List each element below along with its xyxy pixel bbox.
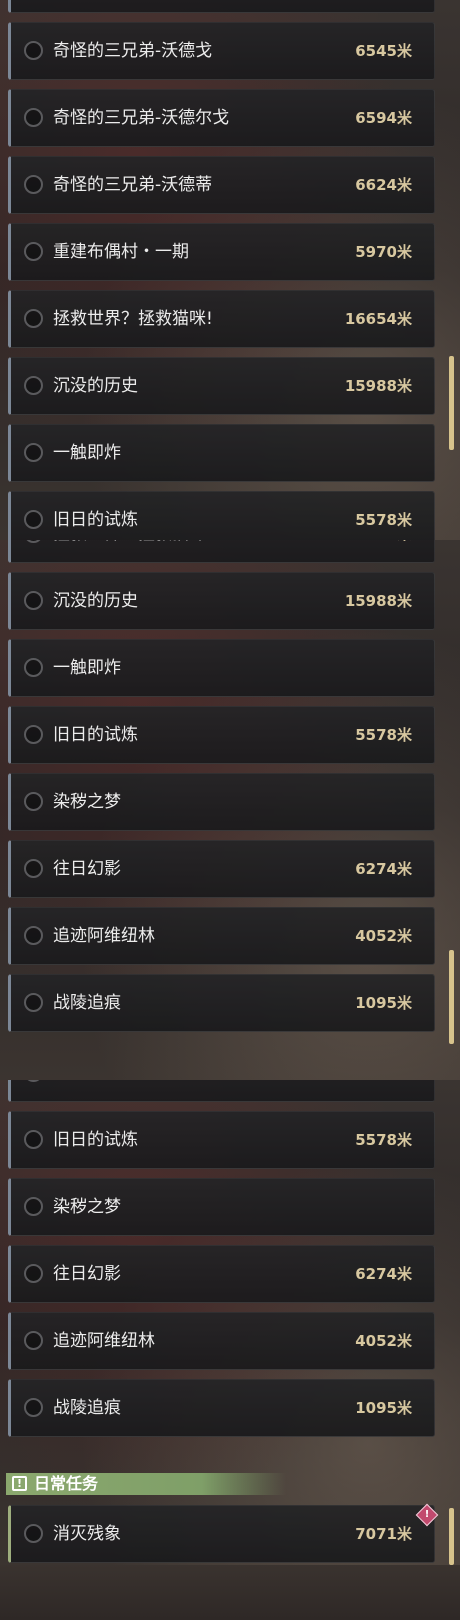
status-circle-icon[interactable] bbox=[24, 242, 43, 261]
exclamation-box-icon: ! bbox=[12, 1476, 27, 1491]
quest-row[interactable]: 战陵追痕 1095米 bbox=[8, 974, 435, 1032]
quest-row[interactable]: 重建布偶村・一期 5970米 bbox=[8, 223, 435, 281]
quest-row[interactable]: 战陵追痕 1095米 bbox=[8, 1379, 435, 1437]
quest-row[interactable]: 旧日的试炼 5578米 bbox=[8, 491, 435, 540]
quest-row[interactable]: 往日幻影 6274米 bbox=[8, 840, 435, 898]
quest-row[interactable]: 一触即炸 bbox=[8, 424, 435, 482]
status-circle-icon[interactable] bbox=[24, 926, 43, 945]
panel-background-bottom bbox=[0, 1565, 460, 1620]
quest-distance: 16654米 bbox=[345, 540, 412, 562]
status-circle-icon[interactable] bbox=[24, 859, 43, 878]
quest-distance: 1095米 bbox=[355, 994, 412, 1012]
quest-name: 往日幻影 bbox=[53, 1264, 121, 1284]
daily-quest-row[interactable]: 消灭残象 7071米 bbox=[8, 1505, 435, 1563]
quest-distance: 4052米 bbox=[355, 1332, 412, 1350]
status-circle-icon[interactable] bbox=[24, 1197, 43, 1216]
quest-row[interactable]: 染秽之梦 bbox=[8, 1178, 435, 1236]
quest-distance: 5578米 bbox=[355, 726, 412, 744]
quest-name: 追迹阿维纽林 bbox=[53, 1331, 155, 1351]
quest-name: 战陵追痕 bbox=[53, 993, 121, 1013]
status-circle-icon[interactable] bbox=[24, 376, 43, 395]
quest-name: 染秽之梦 bbox=[53, 792, 121, 812]
quest-distance: 7071米 bbox=[355, 1525, 412, 1543]
section-header-daily[interactable]: ! 日常任务 bbox=[6, 1473, 286, 1495]
quest-distance: 6274米 bbox=[355, 1265, 412, 1283]
status-circle-icon[interactable] bbox=[24, 1130, 43, 1149]
quest-distance: 16654米 bbox=[344, 310, 412, 328]
quest-name: 一触即炸 bbox=[53, 658, 121, 678]
section-title: 日常任务 bbox=[34, 1474, 99, 1493]
quest-name: 消灭残象 bbox=[53, 1524, 121, 1544]
status-circle-icon[interactable] bbox=[24, 443, 43, 462]
quest-distance: 5578米 bbox=[355, 511, 412, 529]
quest-distance: 6594米 bbox=[355, 109, 412, 127]
status-circle-icon[interactable] bbox=[24, 591, 43, 610]
quest-name: 奇怪的三兄弟-沃德蒂 bbox=[53, 175, 213, 195]
quest-distance: 6545米 bbox=[355, 42, 412, 60]
status-circle-icon[interactable] bbox=[24, 993, 43, 1012]
quest-row[interactable]: 沉没的历史 15988米 bbox=[8, 357, 435, 415]
quest-name: 旧日的试炼 bbox=[53, 510, 138, 530]
quest-row[interactable]: 追迹阿维纽林 4052米 bbox=[8, 1312, 435, 1370]
quest-row[interactable]: 奇怪的三兄弟-沃德蒂 6624米 bbox=[8, 156, 435, 214]
quest-name: 追迹阿维纽林 bbox=[53, 926, 155, 946]
quest-distance: 15988米 bbox=[344, 592, 412, 610]
status-circle-icon[interactable] bbox=[24, 510, 43, 529]
scrollbar-thumb[interactable] bbox=[449, 1508, 454, 1565]
quest-name: 拯救世界？拯救猫咪! bbox=[53, 309, 213, 329]
quest-name: 奇怪的三兄弟-沃德尔戈 bbox=[53, 108, 230, 128]
quest-name: 旧日的试炼 bbox=[53, 725, 138, 745]
quest-name: 往日幻影 bbox=[53, 859, 121, 879]
quest-distance: 5578米 bbox=[355, 1131, 412, 1149]
quest-distance: 1095米 bbox=[355, 1399, 412, 1417]
quest-distance: 6624米 bbox=[355, 176, 412, 194]
scrollbar-thumb[interactable] bbox=[449, 356, 454, 450]
quest-row[interactable]: 一触即炸 bbox=[8, 639, 435, 697]
quest-distance: 15988米 bbox=[344, 377, 412, 395]
quest-name: 战陵追痕 bbox=[53, 1398, 121, 1418]
quest-name: 一触即炸 bbox=[53, 443, 121, 463]
quest-list-panel-a: 奇怪的三兄弟-沃德戈 6545米 奇怪的三兄弟-沃德尔戈 6594米 奇怪的三兄… bbox=[0, 0, 460, 540]
quest-row[interactable]: 沉没的历史 15988米 bbox=[8, 572, 435, 630]
status-circle-icon[interactable] bbox=[24, 1331, 43, 1350]
quest-row[interactable]: 追迹阿维纽林 4052米 bbox=[8, 907, 435, 965]
quest-name: 拯救世界？拯救猫咪! bbox=[53, 540, 213, 562]
status-circle-icon[interactable] bbox=[24, 108, 43, 127]
alert-badge-mark: ! bbox=[424, 1509, 430, 1520]
quest-row[interactable] bbox=[8, 0, 435, 13]
status-circle-icon[interactable] bbox=[24, 1264, 43, 1283]
status-circle-icon[interactable] bbox=[24, 792, 43, 811]
quest-name: 沉没的历史 bbox=[53, 376, 138, 396]
quest-name: 一触即炸 bbox=[53, 1080, 121, 1101]
quest-distance: 4052米 bbox=[355, 927, 412, 945]
quest-row[interactable]: 奇怪的三兄弟-沃德戈 6545米 bbox=[8, 22, 435, 80]
status-circle-icon[interactable] bbox=[24, 309, 43, 328]
quest-name: 沉没的历史 bbox=[53, 591, 138, 611]
status-circle-icon[interactable] bbox=[24, 1080, 43, 1082]
quest-name: 重建布偶村・一期 bbox=[53, 242, 189, 262]
quest-list-panel-b: 拯救世界？拯救猫咪! 16654米 沉没的历史 15988米 一触即炸 旧日的试… bbox=[0, 540, 460, 1080]
status-circle-icon[interactable] bbox=[24, 540, 43, 543]
quest-name: 奇怪的三兄弟-沃德戈 bbox=[53, 41, 213, 61]
scrollbar-thumb[interactable] bbox=[449, 950, 454, 1044]
status-circle-icon[interactable] bbox=[24, 41, 43, 60]
quest-row[interactable]: 拯救世界？拯救猫咪! 16654米 bbox=[8, 290, 435, 348]
quest-row[interactable]: 奇怪的三兄弟-沃德尔戈 6594米 bbox=[8, 89, 435, 147]
quest-distance: 6274米 bbox=[355, 860, 412, 878]
quest-name: 染秽之梦 bbox=[53, 1197, 121, 1217]
status-circle-icon[interactable] bbox=[24, 725, 43, 744]
quest-row[interactable]: 旧日的试炼 5578米 bbox=[8, 706, 435, 764]
quest-row[interactable]: 染秽之梦 bbox=[8, 773, 435, 831]
status-circle-icon[interactable] bbox=[24, 175, 43, 194]
quest-distance: 5970米 bbox=[355, 243, 412, 261]
status-circle-icon[interactable] bbox=[24, 1398, 43, 1417]
status-circle-icon[interactable] bbox=[24, 658, 43, 677]
quest-row[interactable]: 旧日的试炼 5578米 bbox=[8, 1111, 435, 1169]
quest-row[interactable]: 往日幻影 6274米 bbox=[8, 1245, 435, 1303]
quest-name: 旧日的试炼 bbox=[53, 1130, 138, 1150]
status-circle-icon[interactable] bbox=[24, 1524, 43, 1543]
quest-row[interactable]: 一触即炸 bbox=[8, 1080, 435, 1102]
quest-row[interactable]: 拯救世界？拯救猫咪! 16654米 bbox=[8, 540, 435, 563]
